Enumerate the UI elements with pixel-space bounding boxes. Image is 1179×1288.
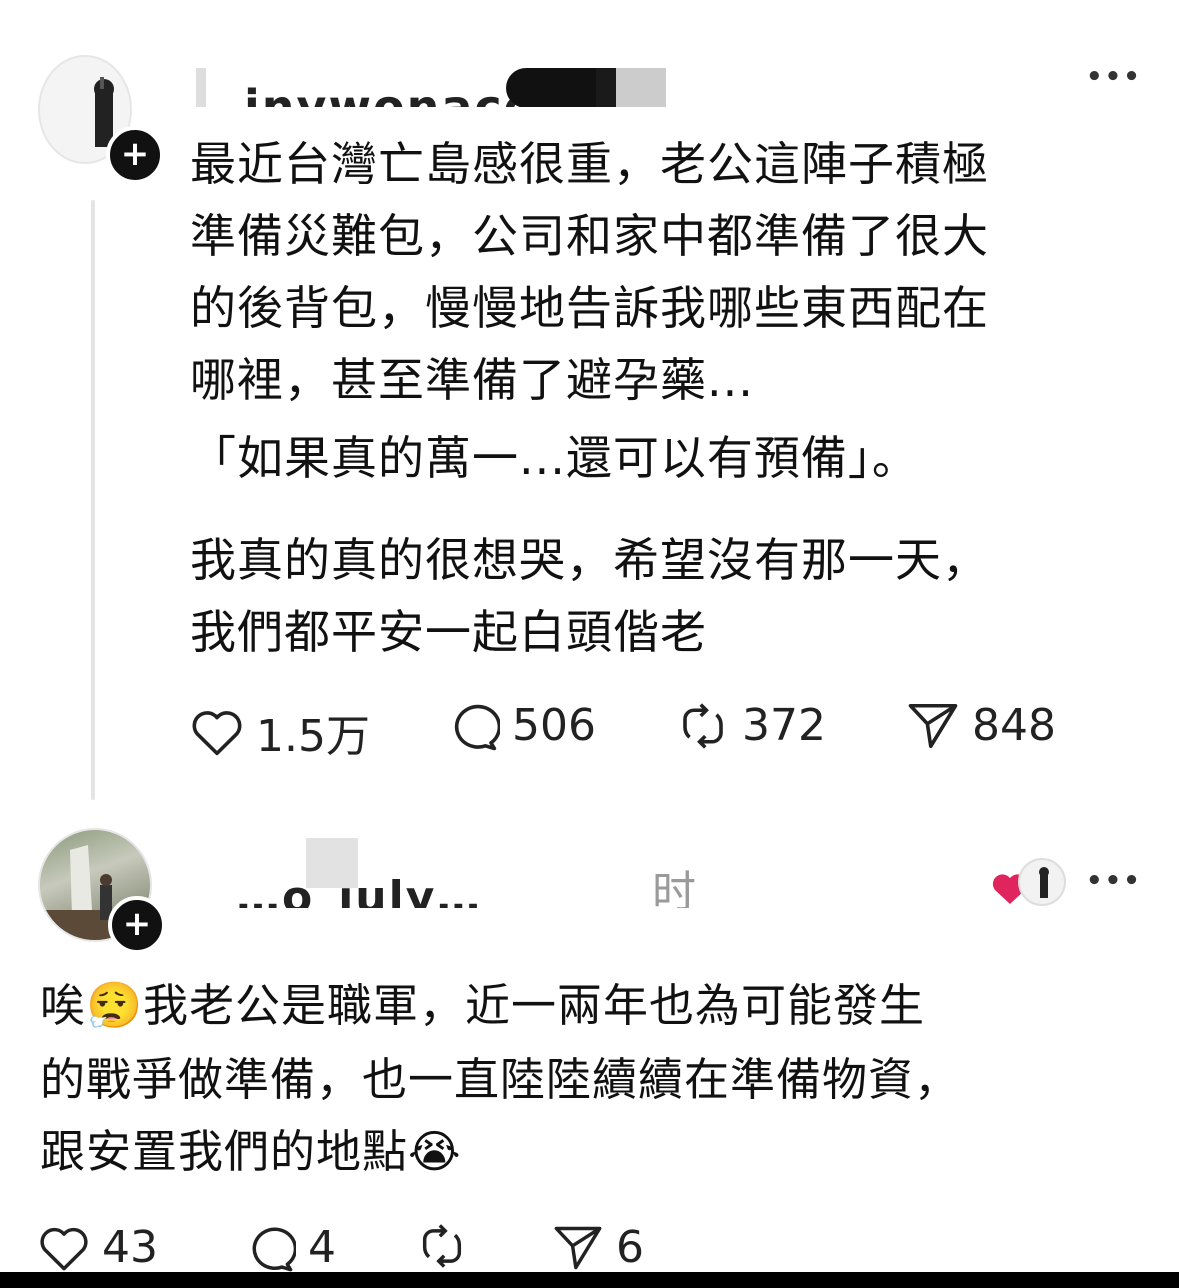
share-button[interactable]: 6	[552, 1222, 644, 1273]
share-count: 6	[616, 1222, 644, 1273]
liked-by-author	[990, 858, 1070, 908]
username[interactable]: …o_july… 时	[200, 838, 720, 908]
repost-icon	[683, 702, 723, 749]
comment-button[interactable]: 4	[244, 1222, 336, 1273]
bottom-edge-bar	[0, 1272, 1179, 1288]
post-line: 的後背包，慢慢地告訴我哪些東西配在	[190, 281, 989, 335]
like-count: 43	[102, 1222, 158, 1273]
like-button[interactable]: 43	[38, 1222, 158, 1273]
author-avatar-mini	[1018, 858, 1066, 906]
reply-line: 跟安置我們的地點😭	[40, 1125, 462, 1178]
heart-icon	[40, 1227, 88, 1270]
more-options-icon[interactable]: •••	[1086, 62, 1142, 92]
share-button[interactable]: 848	[906, 700, 1056, 751]
more-options-icon[interactable]: •••	[1086, 866, 1142, 896]
post-line: 我們都平安一起白頭偕老	[190, 605, 707, 659]
reply-line: 唉😮‍💨我老公是職軍，近一兩年也為可能發生	[40, 979, 926, 1032]
post-line: 哪裡，甚至準備了避孕藥...	[190, 353, 754, 407]
like-count: 1.5万	[256, 711, 370, 762]
follow-add-icon[interactable]: +	[108, 896, 166, 954]
repost-button[interactable]: 372	[676, 700, 826, 751]
repost-count: 372	[742, 700, 826, 751]
comment-button[interactable]: 506	[446, 700, 596, 751]
repost-icon	[422, 1224, 462, 1268]
username-blur-block	[616, 68, 666, 107]
username[interactable]: …inywonaco…	[196, 62, 766, 107]
send-icon	[908, 703, 958, 748]
username-blur-block	[196, 68, 206, 107]
post-line: 準備災難包，公司和家中都準備了很大	[190, 209, 989, 263]
heart-icon	[192, 711, 242, 756]
comment-count: 4	[308, 1222, 336, 1273]
send-icon	[554, 1226, 602, 1269]
comment-count: 506	[512, 700, 596, 751]
username-blur-block	[506, 68, 596, 107]
reply-line: 的戰爭做準備，也一直陸陸續續在準備物資，	[40, 1053, 961, 1106]
like-button[interactable]: 1.5万	[190, 700, 370, 764]
post-line: 最近台灣亡島感很重，老公這陣子積極	[190, 137, 989, 191]
share-count: 848	[972, 700, 1056, 751]
post-line: 「如果真的萬一...還可以有預備」。	[190, 431, 919, 485]
repost-button[interactable]	[416, 1222, 468, 1270]
time-label: 时	[652, 867, 696, 908]
comment-bubble-icon	[252, 1227, 296, 1271]
post-line: 我真的真的很想哭，希望沒有那一天，	[190, 533, 989, 587]
username-blur-block	[306, 838, 358, 888]
avatar-figure-icon	[1039, 867, 1049, 898]
comment-bubble-icon	[454, 704, 500, 750]
thread-line	[91, 200, 95, 800]
follow-add-icon[interactable]: +	[106, 126, 164, 184]
